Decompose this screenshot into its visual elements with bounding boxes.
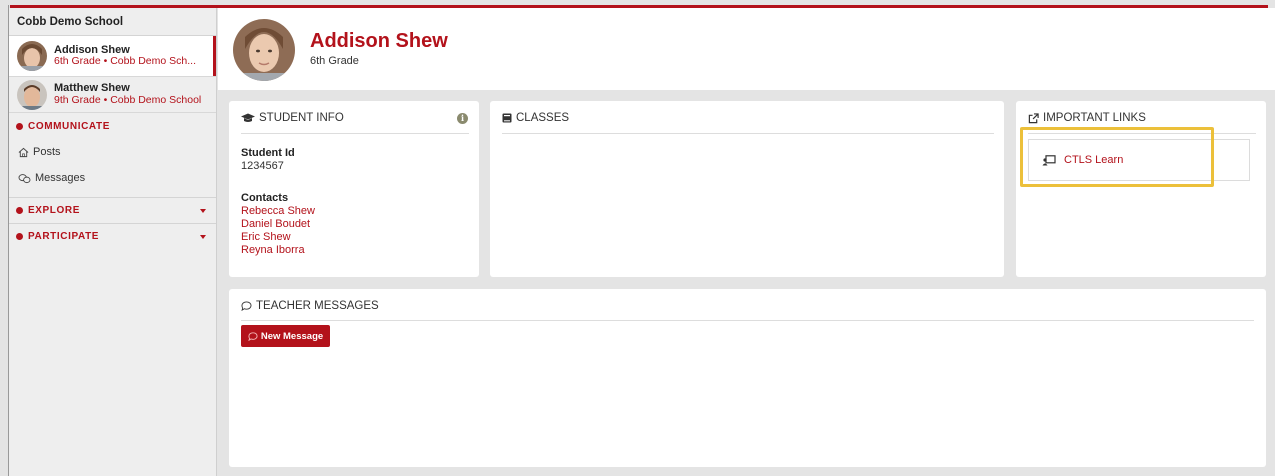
student-info-card: STUDENT INFO i Student Id 1234567 Contac… xyxy=(229,101,479,277)
sidebar: Cobb Demo School Addison Shew 6th Grade … xyxy=(9,8,217,476)
card-title-label: TEACHER MESSAGES xyxy=(256,300,379,312)
card-title-label: STUDENT INFO xyxy=(259,112,344,124)
chat-bubbles-icon xyxy=(18,173,31,183)
chevron-down-icon xyxy=(200,235,206,239)
student-item-matthew[interactable]: Matthew Shew 9th Grade • Cobb Demo Schoo… xyxy=(9,77,216,113)
student-photo xyxy=(233,19,295,81)
student-avatar xyxy=(17,79,47,110)
nav-section-label: PARTICIPATE xyxy=(28,231,100,242)
divider xyxy=(241,320,1254,321)
student-id-label: Student Id xyxy=(241,147,295,159)
nav-section-explore[interactable]: EXPLORE xyxy=(9,197,216,223)
divider xyxy=(241,133,469,134)
card-title: TEACHER MESSAGES xyxy=(241,300,379,312)
contact-link[interactable]: Rebecca Shew xyxy=(241,205,315,217)
nav-item-messages[interactable]: Messages xyxy=(9,165,216,191)
highlight-box xyxy=(1020,127,1214,187)
bullet-icon xyxy=(16,207,23,214)
contact-link[interactable]: Eric Shew xyxy=(241,231,291,243)
card-title-label: CLASSES xyxy=(516,112,570,124)
bullet-icon xyxy=(16,122,23,130)
card-title: STUDENT INFO xyxy=(241,112,344,124)
new-message-label: New Message xyxy=(260,330,324,342)
contact-link[interactable]: Reyna Iborra xyxy=(241,244,305,256)
card-title: IMPORTANT LINKS xyxy=(1028,112,1146,124)
school-name: Cobb Demo School xyxy=(9,8,216,36)
nav-section-communicate[interactable]: COMMUNICATE xyxy=(9,113,216,139)
book-icon xyxy=(502,113,512,123)
contact-link[interactable]: Daniel Boudet xyxy=(241,218,310,230)
student-grade: 6th Grade xyxy=(310,55,359,67)
home-icon xyxy=(18,147,29,157)
student-id-value: 1234567 xyxy=(241,160,284,172)
teacher-messages-card: TEACHER MESSAGES New Message xyxy=(229,289,1266,467)
student-avatar xyxy=(17,41,47,71)
bullet-icon xyxy=(16,233,23,240)
nav-section-label: EXPLORE xyxy=(28,205,80,216)
student-name: Matthew Shew xyxy=(54,82,130,94)
chevron-down-icon xyxy=(200,209,206,213)
nav-item-label: Messages xyxy=(35,172,86,184)
nav-item-posts[interactable]: Posts xyxy=(9,139,216,165)
student-header: Addison Shew 6th Grade xyxy=(218,8,1275,90)
student-grade-school: 6th Grade • Cobb Demo Sch... xyxy=(54,55,196,67)
classes-card: CLASSES xyxy=(490,101,1004,277)
student-item-addison[interactable]: Addison Shew 6th Grade • Cobb Demo Sch..… xyxy=(9,36,216,77)
divider xyxy=(502,133,994,134)
student-grade-school: 9th Grade • Cobb Demo School xyxy=(54,93,202,106)
nav-section-label: COMMUNICATE xyxy=(28,120,110,132)
contacts-label: Contacts xyxy=(241,192,289,204)
student-name-title: Addison Shew xyxy=(310,30,448,52)
new-message-button[interactable]: New Message xyxy=(241,325,330,347)
card-title: CLASSES xyxy=(502,112,569,124)
external-link-icon xyxy=(1028,112,1039,123)
chat-bubble-icon xyxy=(248,331,258,341)
chat-bubble-icon xyxy=(241,301,252,311)
nav-item-label: Posts xyxy=(33,146,61,158)
card-title-label: IMPORTANT LINKS xyxy=(1043,112,1146,124)
info-icon[interactable]: i xyxy=(457,113,468,124)
nav-section-participate[interactable]: PARTICIPATE xyxy=(9,223,216,249)
graduation-cap-icon xyxy=(241,113,255,122)
